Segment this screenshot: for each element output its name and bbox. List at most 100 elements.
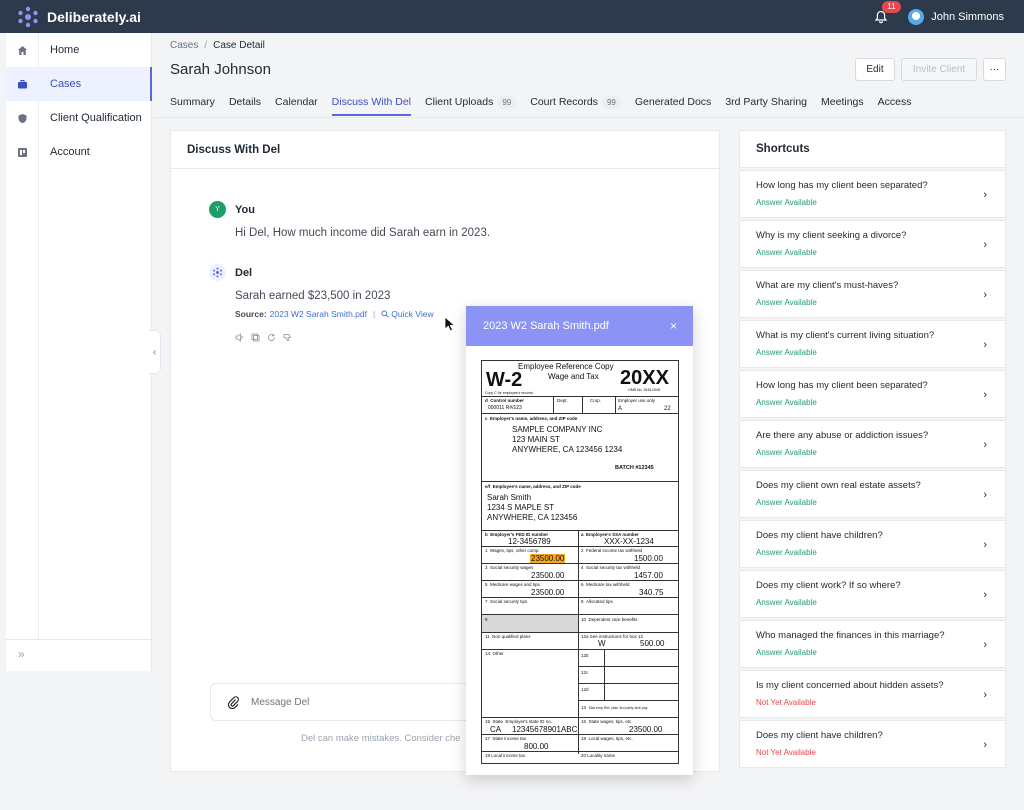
app-root: Deliberately.ai 11 John Simmons Home Cas… [0,0,1024,810]
w2-box12c: 12c [581,670,589,675]
w2-box5-value: 23500.00 [531,588,565,597]
shortcut-item[interactable]: Does my client own real estate assets? An… [739,470,1006,518]
paperclip-icon[interactable] [227,695,239,709]
notifications-button[interactable]: 11 [874,0,901,24]
tab-access[interactable]: Access [878,96,912,116]
shortcut-question: How long has my client been separated? [756,180,928,191]
tab-label: Discuss With Del [331,96,412,108]
shortcut-item[interactable]: Does my client work? If so where? Answer … [739,570,1006,618]
tab-calendar[interactable]: Calendar [275,96,318,116]
w2-employer-addr1: 123 MAIN ST [512,435,561,444]
w2-box1-value: 23500.00 [530,554,566,563]
tab-label: Meetings [821,96,864,108]
w2-box4-text: Social security tax withheld [586,565,641,570]
tab-summary[interactable]: Summary [170,96,215,116]
breadcrumb-current: Case Detail [213,40,265,51]
shield-icon [6,113,38,124]
w2-form-name: W-2 [486,369,523,391]
shortcut-status: Answer Available [756,598,817,607]
w2-rule [579,666,678,667]
w2-box1-label: 1 Wages, tips, other comp. [485,548,540,553]
w2-rule [482,580,678,581]
w2-box8-label: 8 Allocated tips [581,599,613,604]
w2-box17-value: 800.00 [524,742,549,751]
sidebar-item-home[interactable]: Home [6,33,151,67]
w2-rule [579,700,678,701]
modal-header: 2023 W2 Sarah Smith.pdf × [466,306,693,346]
edit-button[interactable]: Edit [855,58,895,81]
modal-title: 2023 W2 Sarah Smith.pdf [483,320,609,332]
user-avatar-badge: Y [209,201,226,218]
w2-rule [482,481,678,482]
shortcut-item[interactable]: Does my client have children? Not Yet Ava… [739,720,1006,768]
chevron-right-icon: › [983,489,987,501]
shortcut-item[interactable]: How long has my client been separated? An… [739,370,1006,418]
user-avatar[interactable] [908,8,925,25]
w2-rule [553,396,554,413]
w2-employer-label: Employer's name, address, and ZIP code [490,416,578,421]
shortcut-status: Answer Available [756,248,817,257]
w2-box6-value: 340.75 [639,588,664,597]
tab-court-records[interactable]: Court Records 99 [530,96,621,116]
w2-box14-text: Other [492,651,504,656]
tab-3rd-party-sharing[interactable]: 3rd Party Sharing [725,96,807,116]
tab-generated-docs[interactable]: Generated Docs [635,96,711,116]
quick-view-link[interactable]: Quick View [391,309,433,319]
breadcrumb-root-link[interactable]: Cases [170,40,198,51]
shortcut-item[interactable]: Does my client have children? Answer Avai… [739,520,1006,568]
shortcut-question: Does my client have children? [756,530,883,541]
w2-employee-addr2: ANYWHERE, CA 123456 [487,513,578,522]
invite-client-button[interactable]: Invite Client [901,58,977,81]
shortcut-item[interactable]: What are my client's must-haves? Answer A… [739,270,1006,318]
tab-label: Calendar [275,96,318,108]
message-input[interactable] [251,696,451,708]
shortcut-question: How long has my client been separated? [756,380,928,391]
shortcut-question: What is my client's current living situa… [756,330,935,341]
pdf-preview-modal: 2023 W2 Sarah Smith.pdf × W-2 Employee R… [466,306,693,775]
collapse-panel-handle[interactable]: ‹ [149,330,161,374]
w2-box12b: 12b [581,653,589,658]
regenerate-icon[interactable] [267,329,276,341]
shortcut-item[interactable]: How long has my client been separated? An… [739,170,1006,218]
shortcut-item[interactable]: Who managed the finances in this marriag… [739,620,1006,668]
sidebar-item-account[interactable]: Account [6,135,151,169]
w2-box-d-label: d Control number [485,398,524,403]
w2-employee-addr1: 1234 S MAPLE ST [487,503,555,512]
tab-label: Court Records [530,96,598,108]
sidebar-item-cases[interactable]: Cases [6,67,152,101]
tab-discuss-with-del[interactable]: Discuss With Del [331,96,412,116]
shortcut-item[interactable]: What is my client's current living situa… [739,320,1006,368]
w2-box2-label: 2 Federal income tax withheld [581,548,643,553]
w2-dept: Dept. [557,398,568,403]
speaker-icon[interactable] [235,329,244,342]
sidebar-expand-icon[interactable]: » [18,647,25,661]
shortcut-question: Are there any abuse or addiction issues? [756,430,929,441]
sidebar-item-client-qualification[interactable]: Client Qualification [6,101,151,135]
tab-client-uploads[interactable]: Client Uploads 99 [425,96,517,116]
more-options-button[interactable]: ··· [983,58,1006,81]
w2-box16-label: 16 State wages, tips, etc. [581,719,633,724]
w2-box13-text: Stat emp Ret. plan 3rd party sick pay [588,706,648,710]
w2-rule [482,734,678,735]
brand-logo[interactable]: Deliberately.ai [17,6,141,28]
deliberately-logo-icon [18,6,38,27]
w2-rule [582,396,583,413]
shortcut-item[interactable]: Is my client concerned about hidden asse… [739,670,1006,718]
user-name[interactable]: John Simmons [931,11,1004,23]
copy-icon[interactable] [251,329,260,342]
top-right-area: 11 John Simmons [874,0,1004,33]
shortcut-item[interactable]: Are there any abuse or addiction issues?… [739,420,1006,468]
message-author: You [235,203,255,216]
w2-form-document: W-2 Employee Reference Copy Wage and Tax… [481,360,679,764]
close-icon[interactable]: × [670,319,677,333]
shortcut-item[interactable]: Why is my client seeking a divorce? Answe… [739,220,1006,268]
source-file-link[interactable]: 2023 W2 Sarah Smith.pdf [270,309,367,319]
tab-meetings[interactable]: Meetings [821,96,864,116]
thumbs-down-icon[interactable] [283,329,292,341]
w2-box16-value: 23500.00 [629,725,663,734]
w2-box12-label: 12a See instructions for box 12 [581,634,644,639]
tab-count-badge: 99 [497,96,517,109]
account-icon [6,147,38,158]
tab-details[interactable]: Details [229,96,261,116]
tab-label: Details [228,96,262,108]
